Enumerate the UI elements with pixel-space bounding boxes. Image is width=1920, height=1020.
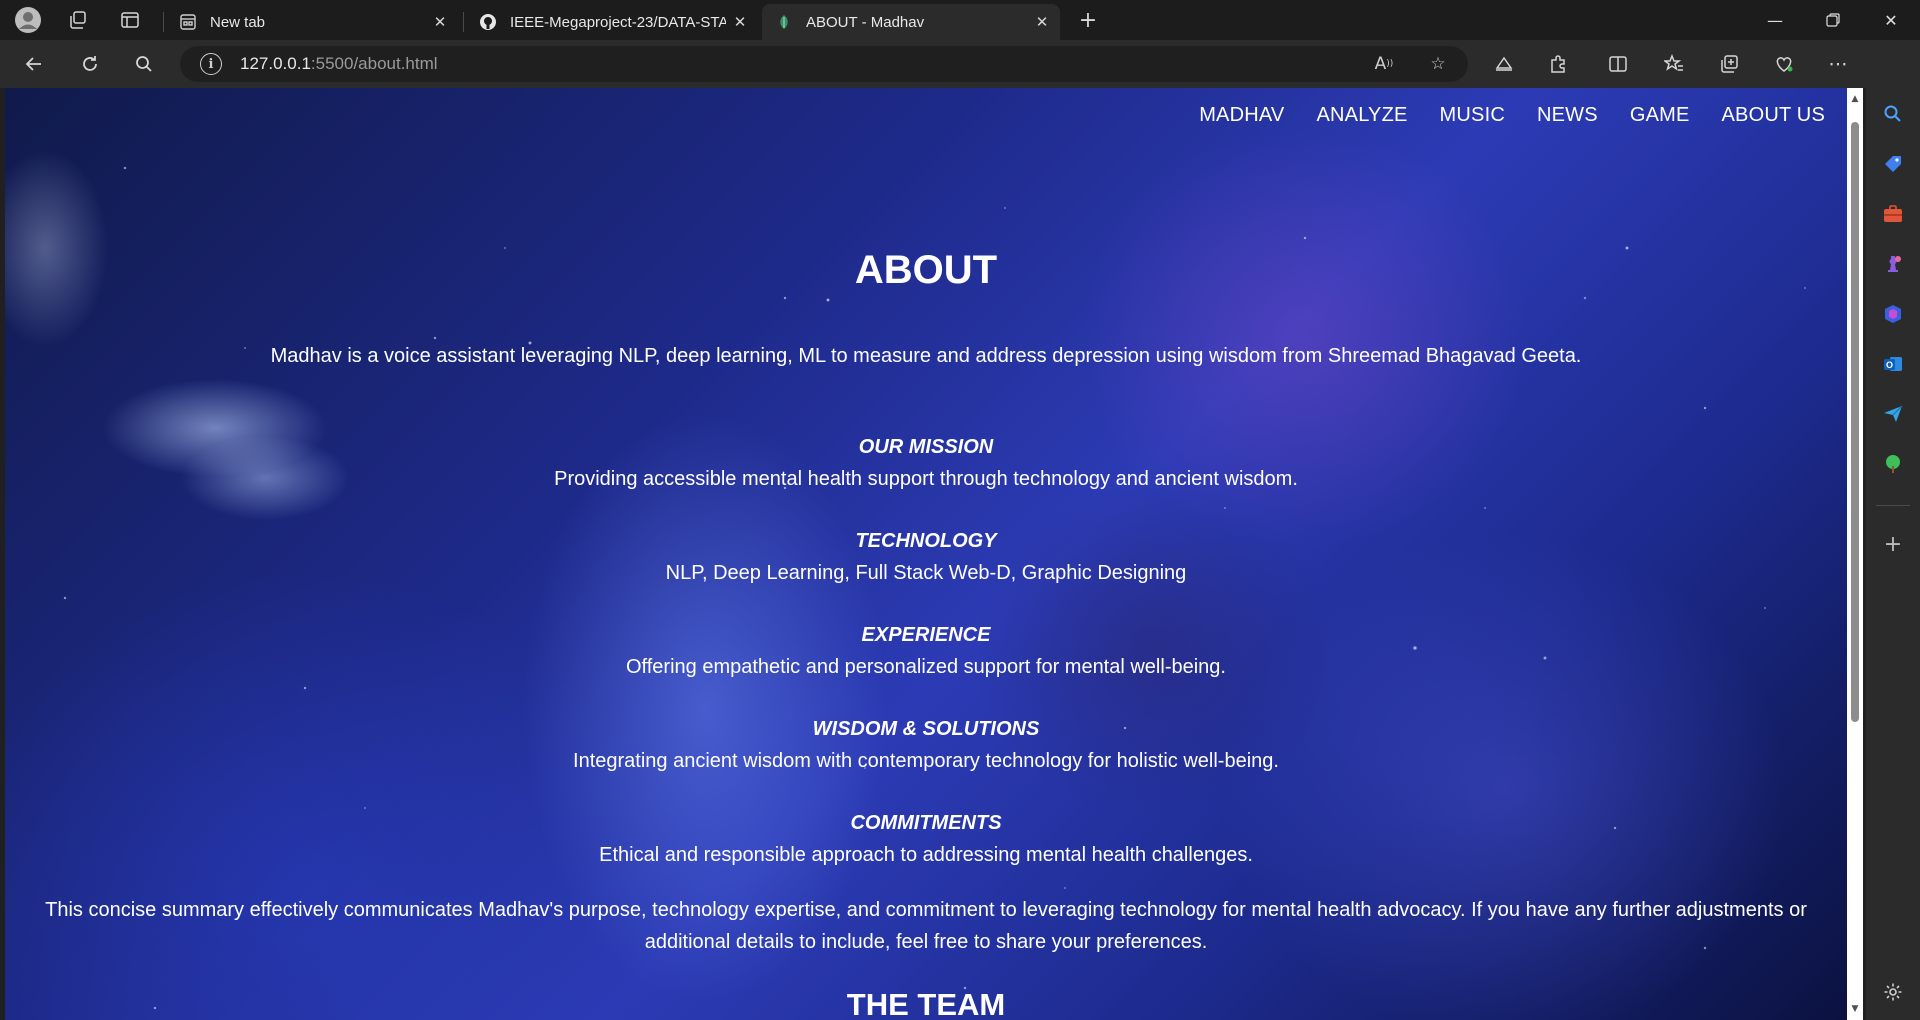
tab-title: New tab <box>210 13 266 31</box>
commitments-heading: COMMITMENTS <box>850 812 1002 834</box>
madhav-favicon <box>774 12 794 32</box>
address-bar[interactable]: i 127.0.0.1:5500/about.html A)) ☆ <box>180 46 1468 82</box>
profile-avatar-icon[interactable] <box>8 6 48 34</box>
mission-heading: OUR MISSION <box>858 436 994 458</box>
close-tab-icon[interactable]: ✕ <box>726 8 754 36</box>
github-icon <box>478 12 498 32</box>
page-title: ABOUT <box>854 248 998 292</box>
more-menu-icon[interactable]: ⋯ <box>1820 48 1856 80</box>
nav-link-game[interactable]: GAME <box>1630 104 1690 127</box>
browser-toolbar: i 127.0.0.1:5500/about.html A)) ☆ ⋯ <box>0 40 1920 88</box>
site-nav: MADHAV ANALYZE MUSIC NEWS GAME ABOUT US <box>1199 104 1825 127</box>
experience-heading: EXPERIENCE <box>861 624 991 646</box>
performance-heart-icon[interactable] <box>1766 48 1802 80</box>
tab-title: IEEE-Megaproject-23/DATA-STAR <box>510 13 726 31</box>
tab-strip: New tab ✕ IEEE-Megaproject-23/DATA-STAR … <box>0 0 1920 40</box>
scrollbar-thumb[interactable] <box>1851 122 1859 722</box>
technology-text: NLP, Deep Learning, Full Stack Web-D, Gr… <box>665 562 1187 584</box>
close-tab-icon[interactable]: ✕ <box>1028 8 1056 36</box>
vertical-tabs-icon[interactable] <box>110 6 150 34</box>
close-tab-icon[interactable]: ✕ <box>426 8 454 36</box>
newtab-icon <box>178 12 198 32</box>
summary-text: This concise summary effectively communi… <box>45 899 1807 953</box>
url-text: 127.0.0.1:5500/about.html <box>240 54 438 73</box>
site-info-icon[interactable]: i <box>200 53 222 75</box>
workspaces-icon[interactable] <box>58 6 98 34</box>
technology-heading: TECHNOLOGY <box>855 530 997 552</box>
team-heading: THE TEAM <box>846 987 1006 1020</box>
scroll-up-arrow-icon[interactable]: ▲ <box>1847 90 1863 108</box>
intro-text: Madhav is a voice assistant leveraging N… <box>270 345 1582 367</box>
scroll-down-arrow-icon[interactable]: ▼ <box>1847 1000 1863 1018</box>
back-icon[interactable] <box>16 48 52 80</box>
sidebar-search-icon[interactable] <box>1879 100 1907 128</box>
mission-text: Providing accessible mental health suppo… <box>554 468 1298 490</box>
tab-github[interactable]: IEEE-Megaproject-23/DATA-STAR ✕ <box>466 4 758 40</box>
sidebar-settings-gear-icon[interactable] <box>1879 978 1907 1006</box>
new-tab-button[interactable]: + <box>1072 6 1104 34</box>
favorite-star-icon[interactable]: ☆ <box>1424 50 1452 78</box>
tab-separator <box>463 12 464 32</box>
page-viewport: MADHAV ANALYZE MUSIC NEWS GAME ABOUT US … <box>5 88 1847 1020</box>
tab-about-madhav[interactable]: ABOUT - Madhav ✕ <box>762 4 1060 40</box>
nav-link-analyze[interactable]: ANALYZE <box>1316 104 1407 127</box>
tab-title: ABOUT - Madhav <box>806 13 925 31</box>
sidebar-divider <box>1876 505 1910 506</box>
games-chess-icon[interactable] <box>1879 250 1907 278</box>
favorites-icon[interactable] <box>1656 48 1692 80</box>
nav-link-music[interactable]: MUSIC <box>1440 104 1505 127</box>
search-icon[interactable] <box>126 48 162 80</box>
add-sidebar-app-icon[interactable]: + <box>1879 530 1907 558</box>
wisdom-text: Integrating ancient wisdom with contempo… <box>573 750 1279 772</box>
starfield-background <box>5 88 1847 1020</box>
send-paper-plane-icon[interactable] <box>1879 400 1907 428</box>
tab-separator <box>163 12 164 32</box>
minimize-icon[interactable]: — <box>1746 0 1804 40</box>
tab-new-tab[interactable]: New tab ✕ <box>166 4 458 40</box>
collections-icon[interactable] <box>1711 48 1747 80</box>
read-aloud-icon[interactable]: A)) <box>1370 50 1398 78</box>
experience-text: Offering empathetic and personalized sup… <box>626 656 1226 678</box>
outlook-icon[interactable]: O <box>1879 350 1907 378</box>
svg-text:O: O <box>1886 360 1893 370</box>
tools-briefcase-icon[interactable] <box>1879 200 1907 228</box>
wisdom-heading: WISDOM & SOLUTIONS <box>812 718 1040 740</box>
nav-link-madhav[interactable]: MADHAV <box>1199 104 1284 127</box>
extensions-icon[interactable] <box>1540 48 1576 80</box>
microsoft-365-icon[interactable] <box>1879 300 1907 328</box>
reload-icon[interactable] <box>72 48 108 80</box>
nav-link-news[interactable]: NEWS <box>1537 104 1598 127</box>
commitments-text: Ethical and responsible approach to addr… <box>599 844 1253 866</box>
nav-link-about-us[interactable]: ABOUT US <box>1722 104 1825 127</box>
close-window-icon[interactable]: ✕ <box>1862 0 1920 40</box>
shopping-tag-icon[interactable] <box>1879 150 1907 178</box>
browser-essentials-icon[interactable] <box>1486 48 1522 80</box>
restore-icon[interactable] <box>1804 0 1862 40</box>
split-screen-icon[interactable] <box>1600 48 1636 80</box>
edge-sidebar: O + <box>1866 40 1920 1020</box>
page-scrollbar[interactable]: ▲ ▼ <box>1847 88 1863 1020</box>
tree-icon[interactable] <box>1879 450 1907 478</box>
